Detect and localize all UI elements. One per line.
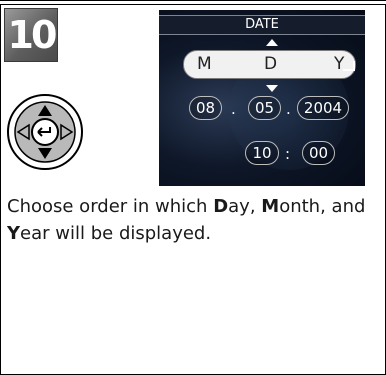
year-field[interactable]: 2004: [297, 96, 349, 120]
up-indicator-icon: [266, 39, 278, 46]
step-number-badge: 10: [4, 8, 58, 62]
date-separator: .: [286, 100, 291, 118]
order-label-month: M: [197, 54, 212, 74]
confirm-icon: [343, 61, 355, 71]
order-label-day: D: [264, 54, 278, 74]
date-separator: .: [231, 100, 236, 118]
minute-field[interactable]: 00: [302, 141, 335, 165]
multi-selector-icon: [7, 94, 83, 170]
screen-title: DATE: [159, 15, 365, 35]
month-field[interactable]: 08: [189, 96, 222, 120]
date-order-selector[interactable]: M D Y: [183, 50, 356, 79]
time-separator: :: [285, 145, 291, 163]
day-field[interactable]: 05: [248, 96, 281, 120]
camera-date-screen: DATE M D Y 08 . 05 . 2004 10 : 00: [159, 10, 365, 186]
hour-field[interactable]: 10: [245, 141, 279, 165]
down-indicator-icon: [266, 85, 278, 92]
instruction-text: Choose order in which Day, Month, and Ye…: [7, 196, 366, 244]
